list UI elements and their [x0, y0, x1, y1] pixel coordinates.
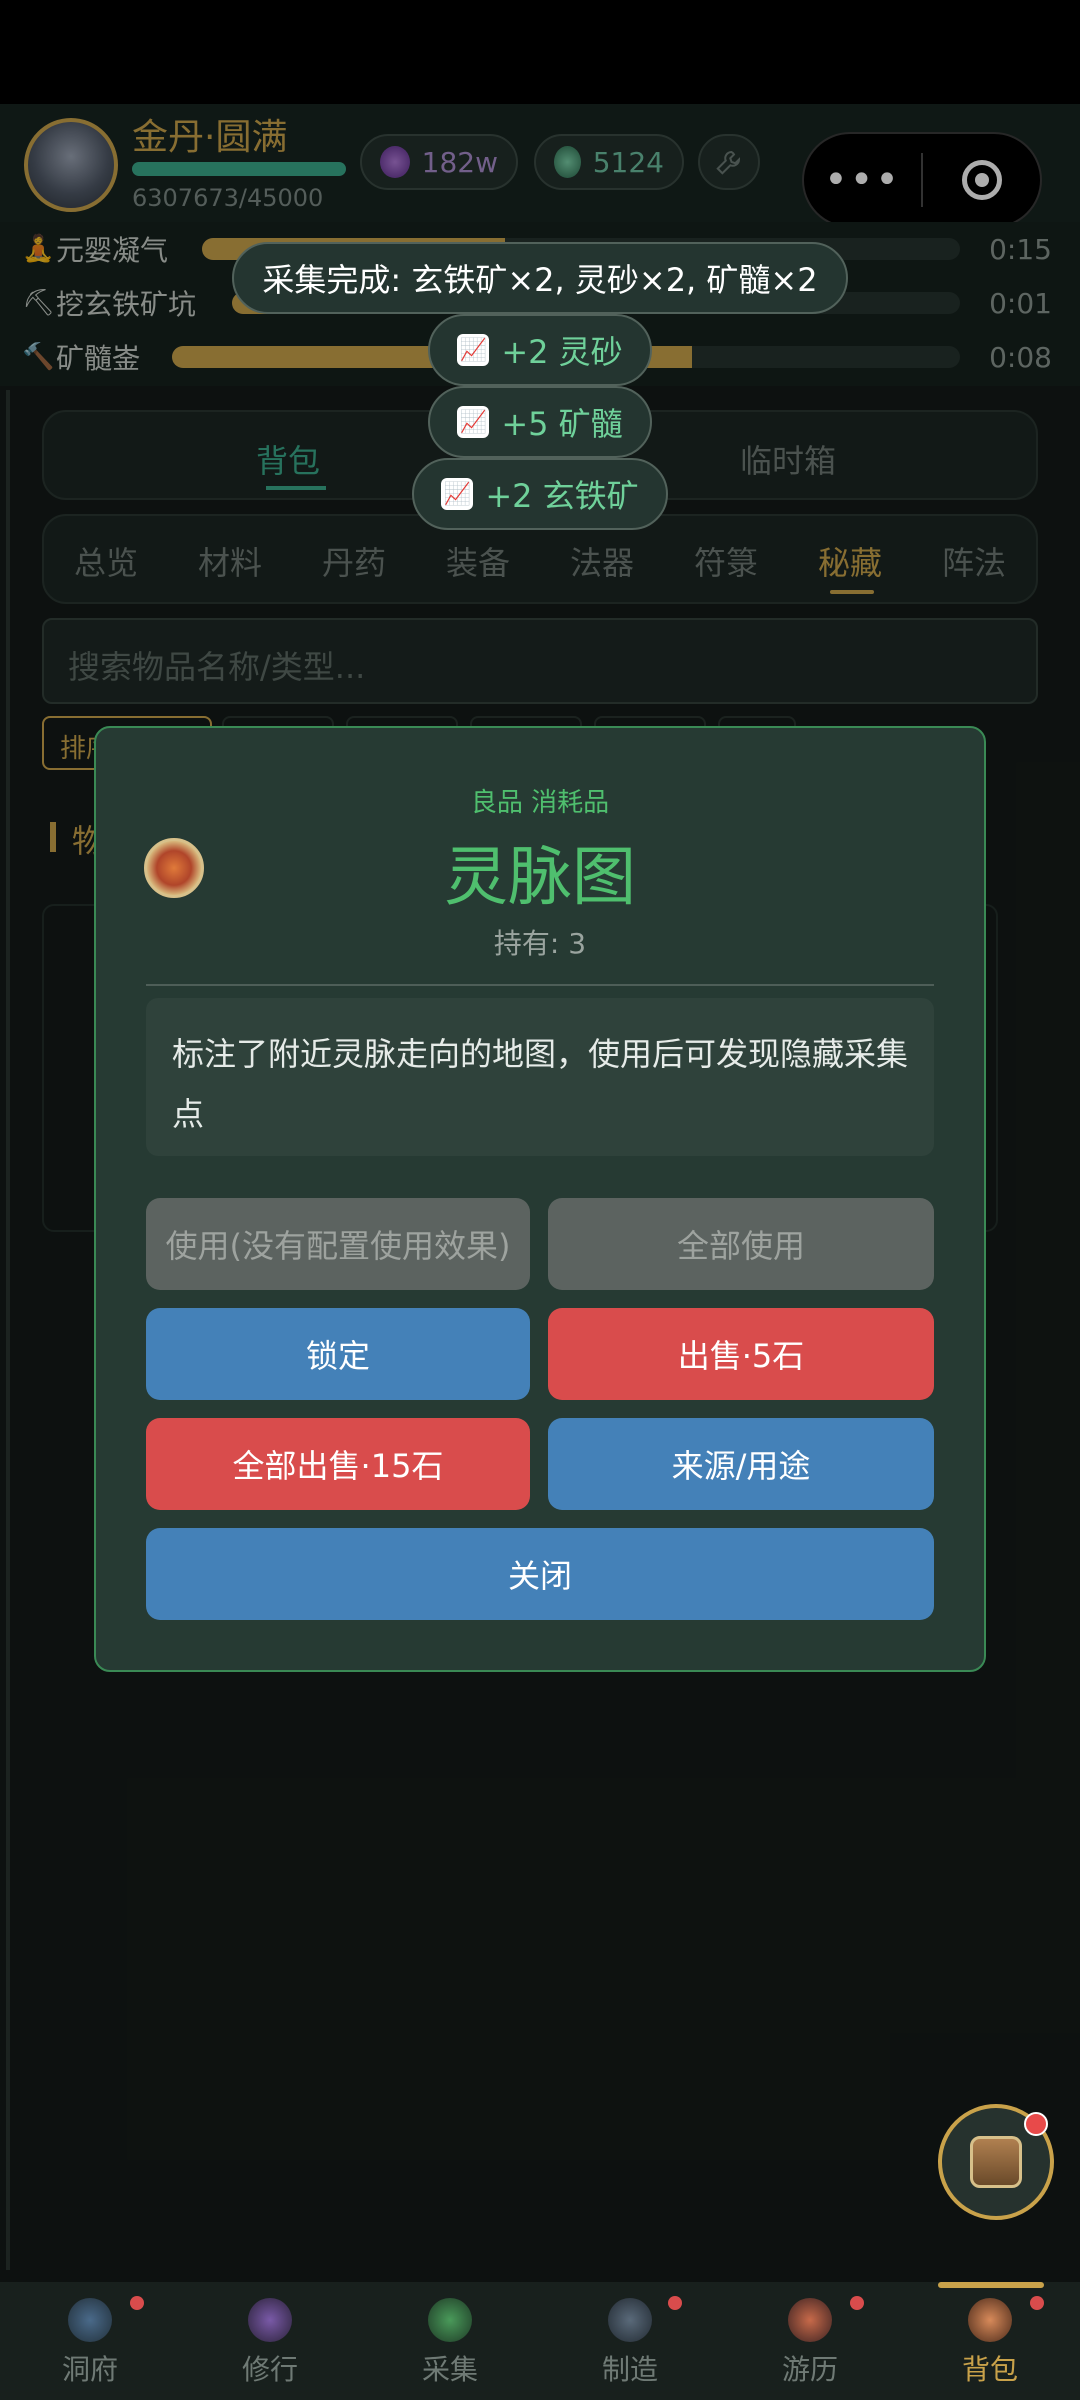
travel-icon	[788, 2298, 832, 2342]
chest-icon	[970, 2136, 1022, 2188]
nav-label: 游历	[781, 2353, 838, 2386]
gain-text: +2 灵砂	[501, 333, 623, 371]
lotus-icon	[248, 2298, 292, 2342]
gain-text: +2 玄铁矿	[485, 477, 639, 515]
use-all-button[interactable]: 全部使用	[548, 1198, 934, 1290]
craft-icon	[608, 2298, 652, 2342]
gather-icon	[428, 2298, 472, 2342]
source-usage-button[interactable]: 来源/用途	[548, 1418, 934, 1510]
nav-label-active: 背包	[961, 2353, 1018, 2386]
notification-dot	[668, 2296, 682, 2310]
cave-icon	[68, 2298, 112, 2342]
notification-dot	[1024, 2112, 1048, 2136]
item-quality-label: 良品 消耗品	[470, 788, 610, 818]
bag-icon	[968, 2298, 1012, 2342]
nav-item-cultivate[interactable]: 修行	[210, 2288, 330, 2388]
gain-toast: 📈 +5 矿髓	[428, 386, 652, 458]
item-name: 灵脉图	[444, 841, 636, 915]
chart-up-icon: 📈	[457, 406, 490, 438]
lock-button[interactable]: 锁定	[146, 1308, 530, 1400]
use-button[interactable]: 使用(没有配置使用效果)	[146, 1198, 530, 1290]
notification-dot	[850, 2296, 864, 2310]
close-button[interactable]: 关闭	[146, 1528, 934, 1620]
gain-text: +5 矿髓	[501, 405, 623, 443]
dialog-divider	[146, 984, 934, 986]
bottom-nav	[0, 2282, 1080, 2400]
nav-label: 修行	[241, 2353, 298, 2386]
sell-button[interactable]: 出售·5石	[548, 1308, 934, 1400]
notification-dot	[130, 2296, 144, 2310]
gather-complete-toast: 采集完成: 玄铁矿×2, 灵砂×2, 矿髓×2	[232, 242, 848, 314]
item-description: 标注了附近灵脉走向的地图，使用后可发现隐藏采集点	[146, 998, 934, 1156]
nav-item-gather[interactable]: 采集	[390, 2288, 510, 2388]
sell-all-button[interactable]: 全部出售·15石	[146, 1418, 530, 1510]
nav-label: 采集	[421, 2353, 478, 2386]
item-hold-count: 持有: 3	[493, 927, 587, 960]
nav-label: 洞府	[61, 2353, 118, 2386]
nav-label: 制造	[601, 2353, 658, 2386]
gain-toast: 📈 +2 玄铁矿	[412, 458, 668, 530]
gain-toast: 📈 +2 灵砂	[428, 314, 652, 386]
chart-up-icon: 📈	[441, 478, 474, 510]
chart-up-icon: 📈	[457, 334, 490, 366]
notification-dot	[1030, 2296, 1044, 2310]
